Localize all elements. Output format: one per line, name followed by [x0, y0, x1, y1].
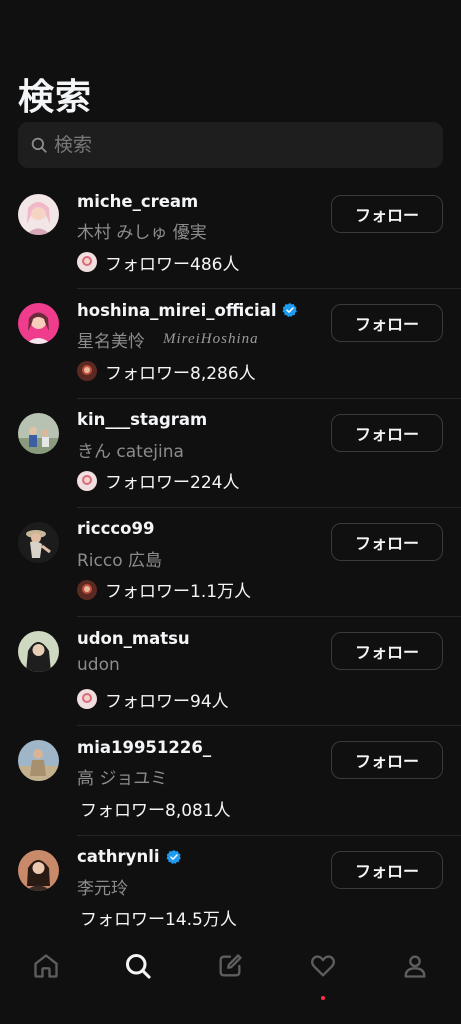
follow-button[interactable]: フォロー	[331, 741, 443, 780]
avatar[interactable]	[18, 303, 59, 345]
full-name: udon	[77, 655, 120, 676]
follower-count: フォロワー94人	[105, 691, 229, 712]
follow-button[interactable]: フォロー	[331, 413, 443, 452]
signature-text: MireiHoshina	[163, 331, 259, 348]
username[interactable]: hoshina_mirei_official	[77, 301, 276, 320]
username[interactable]: cathrynli	[77, 847, 160, 866]
avatar[interactable]	[18, 740, 59, 782]
full-name: Ricco 広島	[77, 550, 163, 571]
user-list: miche_cream 木村 みしゅ 優実 フォロワー486人 フォロー hos…	[0, 180, 461, 945]
user-row[interactable]: miche_cream 木村 みしゅ 優実 フォロワー486人 フォロー	[0, 180, 461, 290]
verified-badge-icon	[165, 849, 181, 864]
full-name: 木村 みしゅ 優実	[77, 223, 207, 243]
search-icon	[126, 953, 151, 979]
home-icon	[34, 954, 58, 978]
search-bar[interactable]	[18, 122, 443, 168]
user-row[interactable]: hoshina_mirei_official 星名美怜 MireiHoshina …	[0, 289, 461, 399]
follower-count: フォロワー14.5万人	[80, 910, 237, 931]
user-row[interactable]: riccco99 Ricco 広島 フォロワー1.1万人 フォロー	[0, 508, 461, 618]
username[interactable]: kin___stagram	[77, 410, 207, 429]
bottom-navigation	[0, 938, 461, 1024]
mutual-follower-avatar	[77, 689, 97, 710]
nav-search[interactable]	[113, 952, 163, 992]
follower-count: フォロワー8,286人	[105, 363, 256, 384]
nav-compose[interactable]	[205, 952, 255, 992]
follower-count: フォロワー224人	[105, 473, 240, 494]
user-row[interactable]: kin___stagram きん catejina フォロワー224人 フォロー	[0, 399, 461, 508]
follow-button[interactable]: フォロー	[331, 632, 443, 671]
mutual-follower-avatar	[77, 579, 97, 600]
username[interactable]: riccco99	[77, 519, 154, 538]
profile-icon	[404, 955, 426, 978]
compose-icon	[219, 954, 243, 977]
full-name: 星名美怜 MireiHoshina	[77, 331, 259, 353]
follow-button[interactable]: フォロー	[331, 522, 443, 561]
search-input[interactable]	[54, 134, 434, 156]
avatar[interactable]	[18, 521, 59, 563]
full-name: 高 ジョユミ	[77, 769, 168, 790]
avatar[interactable]	[18, 412, 59, 454]
nav-profile[interactable]	[390, 952, 440, 992]
username[interactable]: mia19951226_	[77, 738, 211, 757]
follow-button[interactable]: フォロー	[331, 304, 443, 343]
mutual-follower-avatar	[77, 361, 97, 382]
page-title: 検索	[18, 77, 93, 118]
mutual-follower-avatar	[77, 252, 97, 272]
avatar[interactable]	[18, 631, 59, 673]
user-row[interactable]: mia19951226_ 高 ジョユミ フォロワー8,081人 フォロー	[0, 726, 461, 836]
user-row[interactable]: udon_matsu udon フォロワー94人 フォロー	[0, 617, 461, 727]
nav-home[interactable]	[21, 952, 71, 992]
verified-badge-icon	[282, 303, 298, 318]
username[interactable]: udon_matsu	[77, 629, 190, 648]
follow-button[interactable]: フォロー	[331, 195, 443, 233]
follower-count: フォロワー8,081人	[80, 800, 231, 821]
mutual-follower-avatar	[77, 470, 97, 491]
follower-count: フォロワー1.1万人	[105, 582, 252, 603]
heart-icon	[310, 955, 335, 977]
notification-dot	[320, 996, 325, 1000]
user-row[interactable]: cathrynli 李元玲 フォロワー14.5万人 フォロー	[0, 836, 461, 945]
username[interactable]: miche_cream	[77, 192, 198, 211]
follower-count: フォロワー486人	[105, 254, 240, 275]
avatar[interactable]	[18, 849, 59, 891]
nav-activity[interactable]	[298, 952, 348, 1000]
search-icon	[31, 137, 47, 153]
full-name: きん catejina	[77, 441, 184, 462]
avatar[interactable]	[18, 194, 59, 235]
full-name: 李元玲	[77, 878, 128, 899]
follow-button[interactable]: フォロー	[331, 850, 443, 889]
